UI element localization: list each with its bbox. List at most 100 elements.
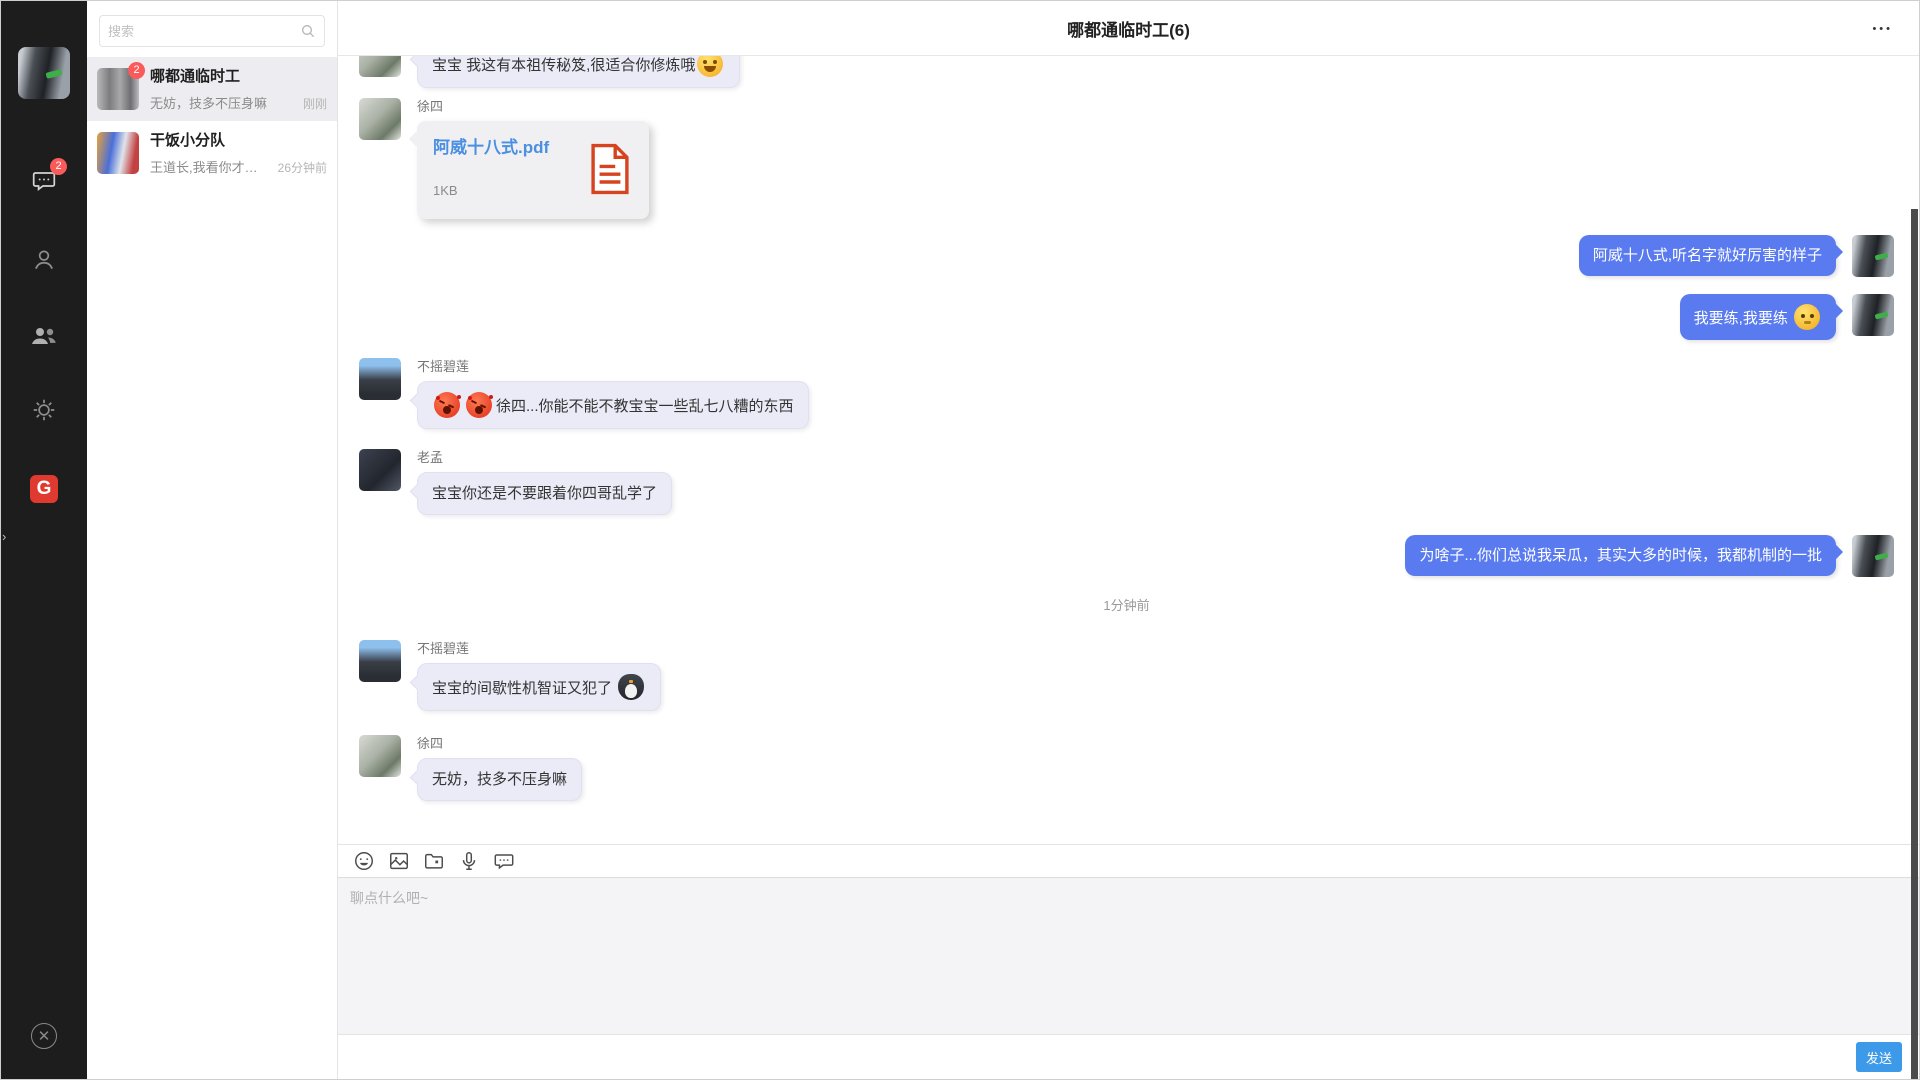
message-text: 我要练,我要练 (1694, 310, 1788, 327)
conversation-time: 刚刚 (303, 95, 327, 112)
scrollbar[interactable] (1911, 209, 1918, 1080)
sender-avatar[interactable] (359, 640, 401, 682)
message-incoming: 徐四 无妨，技多不压身嘛 (359, 735, 1894, 801)
conversation-preview: 王道长,我看你才… (150, 157, 272, 176)
voice-message-icon[interactable] (458, 850, 480, 872)
conversation-subrow: 无妨，技多不压身嘛 刚刚 (150, 93, 327, 112)
conversation-time: 26分钟前 (278, 159, 327, 176)
message-incoming: 不摇碧莲 徐四...你能不能不教宝宝一些乱七八糟的东西 (359, 358, 1894, 429)
search-box[interactable] (99, 15, 325, 47)
sender-avatar[interactable] (359, 56, 401, 77)
chat-header: 哪都通临时工(6) ••• (338, 1, 1919, 56)
message-outgoing: 阿威十八式,听名字就好厉害的样子 (359, 235, 1894, 277)
logo-letter: G (37, 478, 52, 500)
message-column: 宝宝 我这有本祖传秘笈,很适合你修炼哦 (417, 56, 740, 88)
nav-sidebar: 2 G ✕ › (1, 1, 87, 1079)
file-attachment-card[interactable]: 阿威十八式.pdf 1KB (417, 121, 649, 219)
angry-face-emoji-icon (434, 392, 460, 418)
message-text: 宝宝 我这有本祖传秘笈,很适合你修炼哦 (432, 57, 695, 74)
search-icon[interactable] (300, 23, 316, 39)
message-bubble[interactable]: 宝宝的间歇性机智证又犯了 (417, 663, 661, 711)
image-upload-icon[interactable] (388, 850, 410, 872)
conversation-list-panel: 2 哪都通临时工 无妨，技多不压身嘛 刚刚 干饭小分队 王道长,我看你才… 26… (87, 1, 338, 1079)
conversation-subrow: 王道长,我看你才… 26分钟前 (150, 157, 327, 176)
unread-badge: 2 (50, 158, 67, 175)
composer: 发送 (338, 844, 1919, 1079)
send-button[interactable]: 发送 (1856, 1042, 1902, 1072)
composer-toolbar (338, 845, 1919, 878)
person-icon (31, 247, 57, 273)
message-incoming: 宝宝 我这有本祖传秘笈,很适合你修炼哦 (359, 56, 1894, 88)
group-icon (30, 323, 58, 349)
chat-title: 哪都通临时工(6) (1067, 16, 1190, 41)
emoji-picker-icon[interactable] (353, 850, 375, 872)
app-logo[interactable]: G (30, 475, 58, 503)
sender-name: 徐四 (417, 735, 582, 753)
message-text: 阿威十八式,听名字就好厉害的样子 (1593, 247, 1822, 264)
message-outgoing: 我要练,我要练 (359, 294, 1894, 340)
message-column: 阿威十八式,听名字就好厉害的样子 (1579, 235, 1836, 277)
sender-name: 不摇碧莲 (417, 640, 661, 658)
sender-avatar[interactable] (359, 735, 401, 777)
self-avatar[interactable] (1852, 294, 1894, 336)
message-bubble[interactable]: 为啥子...你们总说我呆瓜，其实大多的时候，我都机制的一批 (1405, 535, 1836, 576)
chat-panel: 哪都通临时工(6) ••• 宝宝 我这有本祖传秘笈,很适合你修炼哦 徐四 阿威十… (338, 1, 1919, 1079)
conversation-unread-badge: 2 (128, 62, 145, 79)
sender-avatar[interactable] (359, 449, 401, 491)
angry-face-emoji-icon (466, 392, 492, 418)
message-column: 徐四 无妨，技多不压身嘛 (417, 735, 582, 801)
chat-history-icon[interactable] (493, 850, 515, 872)
sender-name: 不摇碧莲 (417, 358, 809, 376)
close-icon: ✕ (38, 1027, 51, 1045)
message-bubble[interactable]: 宝宝 我这有本祖传秘笈,很适合你修炼哦 (417, 56, 740, 88)
conversation-preview: 无妨，技多不压身嘛 (150, 93, 297, 112)
conversation-body: 哪都通临时工 无妨，技多不压身嘛 刚刚 (150, 67, 327, 112)
more-menu-icon[interactable]: ••• (1872, 23, 1893, 35)
message-incoming: 老孟 宝宝你还是不要跟着你四哥乱学了 (359, 449, 1894, 515)
message-column: 不摇碧莲 宝宝的间歇性机智证又犯了 (417, 640, 661, 711)
message-column: 不摇碧莲 徐四...你能不能不教宝宝一些乱七八糟的东西 (417, 358, 809, 429)
sender-avatar[interactable] (359, 98, 401, 140)
message-bubble[interactable]: 我要练,我要练 (1680, 294, 1836, 340)
message-bubble[interactable]: 阿威十八式,听名字就好厉害的样子 (1579, 235, 1836, 276)
conversation-title: 干饭小分队 (150, 131, 327, 151)
close-button[interactable]: ✕ (31, 1023, 57, 1049)
groups-nav-button[interactable] (30, 323, 58, 349)
panel-collapse-arrow[interactable]: › (2, 529, 6, 544)
self-avatar[interactable] (1852, 235, 1894, 277)
message-list: 宝宝 我这有本祖传秘笈,很适合你修炼哦 徐四 阿威十八式.pdf 1KB (338, 56, 1919, 844)
search-input[interactable] (108, 24, 300, 39)
conversation-item[interactable]: 2 哪都通临时工 无妨，技多不压身嘛 刚刚 (87, 57, 337, 121)
message-outgoing: 为啥子...你们总说我呆瓜，其实大多的时候，我都机制的一批 (359, 535, 1894, 577)
message-incoming: 不摇碧莲 宝宝的间歇性机智证又犯了 (359, 640, 1894, 711)
message-column: 为啥子...你们总说我呆瓜，其实大多的时候，我都机制的一批 (1405, 535, 1836, 577)
blob-face-emoji-icon (1794, 304, 1820, 330)
message-text: 无妨，技多不压身嘛 (432, 771, 567, 788)
message-bubble[interactable]: 宝宝你还是不要跟着你四哥乱学了 (417, 472, 672, 515)
time-divider: 1分钟前 (359, 595, 1894, 614)
chats-nav-button[interactable]: 2 (31, 167, 57, 193)
conversation-item[interactable]: 干饭小分队 王道长,我看你才… 26分钟前 (87, 121, 337, 185)
message-input-area (338, 878, 1919, 1034)
message-bubble[interactable]: 徐四...你能不能不教宝宝一些乱七八糟的东西 (417, 381, 809, 429)
conversation-title: 哪都通临时工 (150, 67, 327, 87)
settings-nav-button[interactable] (31, 397, 57, 423)
app-window: 2 G ✕ › (0, 0, 1920, 1080)
conversation-avatar: 2 (97, 68, 139, 110)
message-text: 宝宝的间歇性机智证又犯了 (432, 680, 612, 697)
self-avatar[interactable] (1852, 535, 1894, 577)
conversation-body: 干饭小分队 王道长,我看你才… 26分钟前 (150, 131, 327, 176)
contacts-nav-button[interactable] (31, 247, 57, 273)
message-bubble[interactable]: 无妨，技多不压身嘛 (417, 758, 582, 801)
message-text: 为啥子...你们总说我呆瓜，其实大多的时候，我都机制的一批 (1419, 547, 1822, 564)
message-text: 徐四...你能不能不教宝宝一些乱七八糟的东西 (496, 398, 794, 415)
user-avatar[interactable] (18, 47, 70, 99)
message-column: 老孟 宝宝你还是不要跟着你四哥乱学了 (417, 449, 672, 515)
sender-name: 徐四 (417, 98, 649, 116)
send-row: 发送 (338, 1034, 1919, 1079)
file-upload-icon[interactable] (423, 850, 445, 872)
message-column: 我要练,我要练 (1680, 294, 1836, 340)
gear-icon (31, 397, 57, 423)
message-input[interactable] (338, 878, 1919, 1034)
sender-avatar[interactable] (359, 358, 401, 400)
